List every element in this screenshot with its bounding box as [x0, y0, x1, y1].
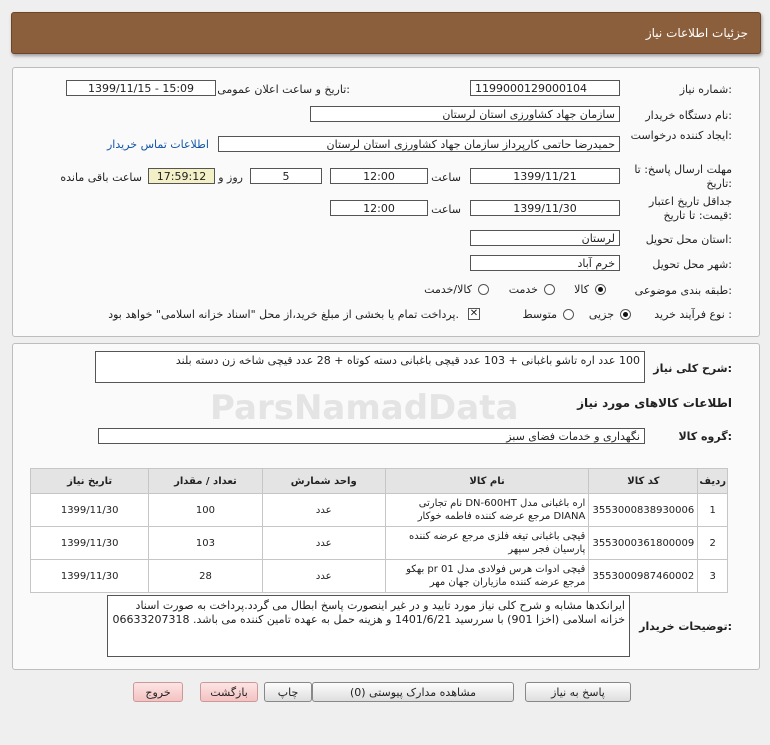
deadline-label: مهلت ارسال پاسخ: تا تاریخ:	[634, 163, 732, 190]
buyer-notes-label: توضیحات خریدار:	[639, 620, 732, 633]
item-unit: عدد	[261, 526, 386, 560]
item-name: قیچی باغبانی تیغه فلزی مرجع عرضه کننده پ…	[384, 526, 590, 560]
process-radio-medium[interactable]	[563, 309, 574, 320]
need-number-field: 1199000129000104	[470, 80, 620, 96]
announce-field: 1399/11/15 - 15:09	[66, 80, 216, 96]
goods-section-title: اطلاعات کالاهای مورد نیاز	[577, 396, 732, 410]
reply-button[interactable]: پاسخ به نیاز	[525, 682, 631, 702]
col-qty: تعداد / مقدار	[148, 468, 263, 494]
item-unit: عدد	[261, 559, 386, 593]
category-option-both: کالا/خدمت	[424, 283, 472, 296]
city-field: خرم آباد	[470, 255, 620, 271]
item-name: قیچی ادوات هرس فولادی مدل pr 01 بهکو مرج…	[384, 559, 590, 593]
col-code: کد کالا	[588, 468, 699, 494]
row-index: 2	[697, 526, 728, 560]
validity-date-field: 1399/11/30	[470, 200, 620, 216]
province-label: استان محل تحویل:	[645, 233, 732, 246]
buyer-label: نام دستگاه خریدار:	[645, 109, 732, 122]
category-option-service: خدمت	[508, 283, 538, 296]
col-row: ردیف	[697, 468, 728, 494]
page-header: جزئیات اطلاعات نیاز	[11, 12, 761, 54]
col-date: تاریخ نیاز	[29, 468, 150, 494]
item-date: 1399/11/30	[29, 526, 150, 560]
category-option-goods: کالا	[574, 283, 589, 296]
process-option-medium: متوسط	[522, 308, 557, 321]
col-unit: واحد شمارش	[261, 468, 386, 494]
province-field: لرستان	[470, 230, 620, 246]
days-label: روز و	[218, 171, 243, 184]
item-unit: عدد	[261, 493, 386, 527]
item-code: 3553000987460002	[588, 559, 699, 593]
creator-field: حمیدرضا حاتمی کارپرداز سازمان جهاد کشاور…	[218, 136, 620, 152]
remaining-time-field: 17:59:12	[148, 168, 215, 184]
treasury-payment-checkbox[interactable]: ✕	[468, 308, 480, 320]
exit-button[interactable]: خروج	[133, 682, 183, 702]
buyer-contact-link[interactable]: اطلاعات تماس خریدار	[107, 138, 209, 151]
view-attachments-button[interactable]: مشاهده مدارک پیوستی (0)	[312, 682, 514, 702]
validity-time-label: ساعت	[431, 203, 461, 216]
row-index: 3	[697, 559, 728, 593]
item-code: 3553000361800009	[588, 526, 699, 560]
category-radio-goods[interactable]	[595, 284, 606, 295]
print-button[interactable]: چاپ	[264, 682, 312, 702]
table-row: 2 3553000361800009 قیچی باغبانی تیغه فلز…	[29, 526, 728, 560]
page-title: جزئیات اطلاعات نیاز	[645, 26, 748, 40]
table-header-row: ردیف کد کالا نام کالا واحد شمارش تعداد /…	[29, 468, 728, 494]
goods-group-field: نگهداری و خدمات فضای سبز	[98, 428, 645, 444]
process-option-minor: جزیی	[588, 308, 614, 321]
buyer-notes-field: ایرانکدها مشابه و شرح کلی نیاز مورد تایی…	[107, 595, 630, 657]
item-date: 1399/11/30	[29, 493, 150, 527]
item-qty: 100	[148, 493, 263, 527]
validity-label: جداقل تاریخ اعتبار قیمت: تا تاریخ:	[648, 195, 732, 222]
announce-label: تاریخ و ساعت اعلان عمومی:	[217, 83, 350, 96]
item-date: 1399/11/30	[29, 559, 150, 593]
category-radio-service[interactable]	[544, 284, 555, 295]
creator-label: ایجاد کننده درخواست:	[630, 129, 732, 142]
row-index: 1	[697, 493, 728, 527]
need-number-label: شماره نیاز:	[679, 83, 732, 96]
item-name: اره باغبانی مدل DN-600HT نام تجارتی DIAN…	[384, 493, 590, 527]
col-name: نام کالا	[384, 468, 590, 494]
deadline-time-label: ساعت	[431, 171, 461, 184]
category-radio-both[interactable]	[478, 284, 489, 295]
back-button[interactable]: بازگشت	[200, 682, 258, 702]
item-qty: 28	[148, 559, 263, 593]
deadline-date-field: 1399/11/21	[470, 168, 620, 184]
city-label: شهر محل تحویل:	[652, 258, 732, 271]
validity-time-field: 12:00	[330, 200, 428, 216]
description-field: 100 عدد اره تاشو باغبانی + 103 عدد قیچی …	[95, 351, 645, 383]
process-radio-minor[interactable]	[620, 309, 631, 320]
process-label: نوع فرآیند خرید :	[654, 308, 732, 321]
days-field: 5	[250, 168, 322, 184]
description-label: شرح کلی نیاز:	[653, 362, 732, 375]
goods-table: ردیف کد کالا نام کالا واحد شمارش تعداد /…	[29, 468, 728, 593]
table-row: 3 3553000987460002 قیچی ادوات هرس فولادی…	[29, 559, 728, 593]
category-label: طبقه بندی موضوعی:	[634, 284, 732, 297]
buyer-field: سازمان جهاد کشاورزی استان لرستان	[310, 106, 620, 122]
goods-group-label: گروه کالا:	[678, 430, 732, 443]
item-code: 3553000838930006	[588, 493, 699, 527]
table-row: 1 3553000838930006 اره باغبانی مدل DN-60…	[29, 493, 728, 527]
deadline-time-field: 12:00	[330, 168, 428, 184]
item-qty: 103	[148, 526, 263, 560]
remaining-label: ساعت باقی مانده	[60, 171, 142, 184]
payment-note: پرداخت تمام یا بخشی از مبلغ خرید،از محل …	[108, 308, 459, 321]
